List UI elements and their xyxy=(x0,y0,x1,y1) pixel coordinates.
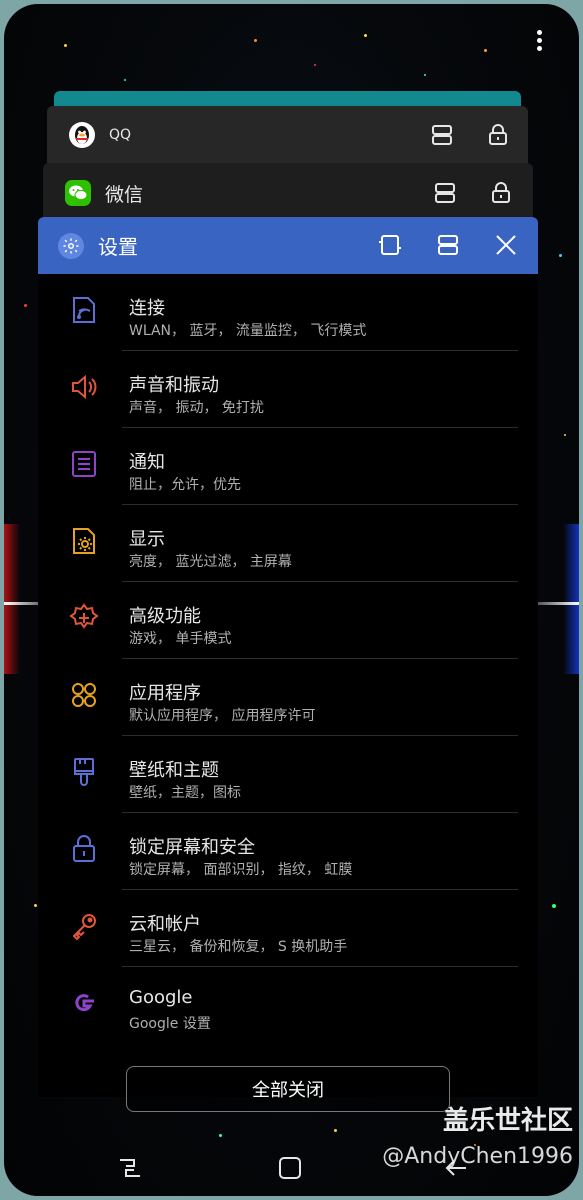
settings-item-subtitle: 三星云， 备份和恢复， S 换机助手 xyxy=(129,939,348,955)
key-icon xyxy=(68,910,100,942)
settings-item-subtitle: Google 设置 xyxy=(129,1016,211,1032)
settings-item-subtitle: 亮度， 蓝光过滤， 主屏幕 xyxy=(129,554,292,570)
edge-lighting-left xyxy=(4,524,20,674)
close-all-button[interactable]: 全部关闭 xyxy=(126,1066,450,1112)
settings-item-subtitle: 默认应用程序， 应用程序许可 xyxy=(129,708,316,724)
speaker-icon xyxy=(68,371,100,403)
lock-app-icon[interactable] xyxy=(481,173,521,213)
split-screen-icon[interactable] xyxy=(422,115,462,155)
app-name-settings: 设置 xyxy=(98,235,138,259)
settings-item-title: 锁定屏幕和安全 xyxy=(129,837,255,858)
recent-card-settings[interactable]: 设置 连接 WLAN， 蓝牙， 流量监控， 飞行模式 声音和振动 声音， 振动， xyxy=(38,217,538,1097)
qq-penguin-icon xyxy=(69,122,95,148)
settings-item-subtitle: WLAN， 蓝牙， 流量监控， 飞行模式 xyxy=(129,323,367,339)
edge-lighting-right xyxy=(563,524,579,674)
settings-item-google[interactable]: Google Google 设置 xyxy=(38,967,538,1044)
settings-item-advanced[interactable]: 高级功能 游戏， 单手模式 xyxy=(38,582,538,659)
settings-item-apps[interactable]: 应用程序 默认应用程序， 应用程序许可 xyxy=(38,659,538,736)
settings-item-subtitle: 壁纸，主题，图标 xyxy=(129,785,241,801)
advanced-gear-icon xyxy=(68,602,100,634)
settings-item-cloud-accounts[interactable]: 云和帐户 三星云， 备份和恢复， S 换机助手 xyxy=(38,890,538,967)
settings-item-title: 壁纸和主题 xyxy=(129,760,219,781)
settings-item-title: 显示 xyxy=(129,529,165,550)
settings-item-subtitle: 锁定屏幕， 面部识别， 指纹， 虹膜 xyxy=(129,862,353,878)
settings-item-lockscreen-security[interactable]: 锁定屏幕和安全 锁定屏幕， 面部识别， 指纹， 虹膜 xyxy=(38,813,538,890)
settings-item-title: Google xyxy=(129,987,193,1008)
settings-item-title: 应用程序 xyxy=(129,683,201,704)
more-options-icon[interactable] xyxy=(537,30,543,54)
settings-gear-icon xyxy=(58,232,84,259)
display-brightness-icon xyxy=(68,525,100,557)
notification-list-icon xyxy=(68,448,100,480)
settings-item-sound[interactable]: 声音和振动 声音， 振动， 免打扰 xyxy=(38,351,538,428)
app-name-wechat: 微信 xyxy=(105,183,144,206)
settings-item-display[interactable]: 显示 亮度， 蓝光过滤， 主屏幕 xyxy=(38,505,538,582)
lock-icon xyxy=(68,833,100,865)
settings-item-subtitle: 阻止，允许，优先 xyxy=(129,477,241,493)
settings-item-title: 连接 xyxy=(129,298,165,319)
settings-item-title: 高级功能 xyxy=(129,606,201,627)
lock-app-icon[interactable] xyxy=(478,115,518,155)
settings-item-title: 云和帐户 xyxy=(129,914,201,935)
settings-item-subtitle: 声音， 振动， 免打扰 xyxy=(129,400,264,416)
settings-item-subtitle: 游戏， 单手模式 xyxy=(129,631,232,647)
split-screen-icon[interactable] xyxy=(428,225,468,265)
settings-item-title: 声音和振动 xyxy=(129,375,219,396)
settings-item-wallpaper-themes[interactable]: 壁纸和主题 壁纸，主题，图标 xyxy=(38,736,538,813)
back-button[interactable] xyxy=(436,1148,476,1188)
settings-list: 连接 WLAN， 蓝牙， 流量监控， 飞行模式 声音和振动 声音， 振动， 免打… xyxy=(38,274,538,1044)
split-screen-icon[interactable] xyxy=(425,173,465,213)
recent-card-qq[interactable]: QQ xyxy=(47,106,528,164)
close-icon[interactable] xyxy=(486,225,526,265)
settings-item-title: 通知 xyxy=(129,452,165,473)
navigation-bar xyxy=(0,1140,575,1192)
pop-up-view-icon[interactable] xyxy=(370,225,410,265)
settings-card-header[interactable]: 设置 xyxy=(38,217,538,274)
wechat-icon xyxy=(65,180,91,206)
apps-grid-icon xyxy=(68,679,100,711)
paintbrush-icon xyxy=(68,756,100,788)
app-name-qq: QQ xyxy=(109,127,132,143)
settings-item-notifications[interactable]: 通知 阻止，允许，优先 xyxy=(38,428,538,505)
watermark-community: 盖乐世社区 xyxy=(442,1106,573,1136)
settings-item-connections[interactable]: 连接 WLAN， 蓝牙， 流量监控， 飞行模式 xyxy=(38,274,538,351)
wifi-connect-icon xyxy=(68,294,100,326)
recent-card-wechat[interactable]: 微信 xyxy=(43,163,533,223)
recent-apps-button[interactable] xyxy=(110,1148,150,1188)
google-icon xyxy=(68,987,100,1019)
home-button[interactable] xyxy=(270,1148,310,1188)
